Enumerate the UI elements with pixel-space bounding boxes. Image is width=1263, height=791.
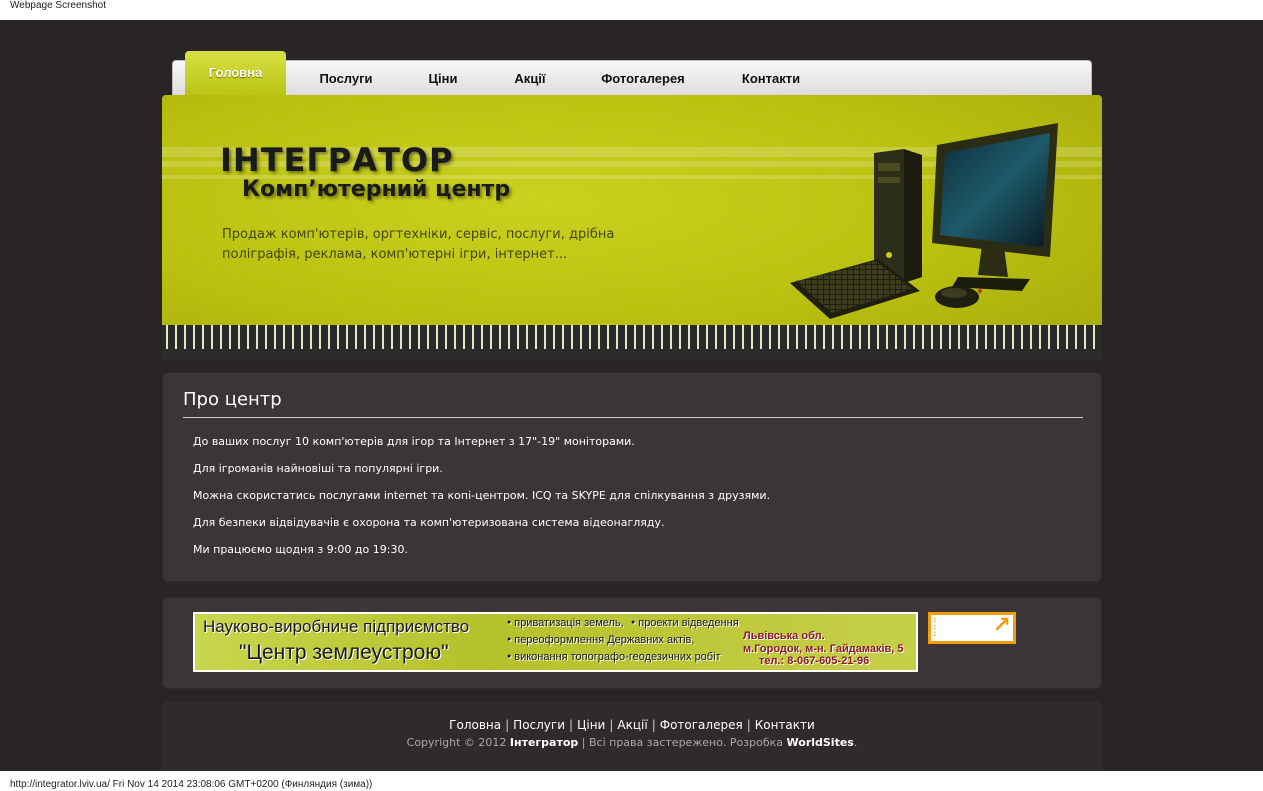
about-title: Про центр [183,389,282,410]
nav-item-prices[interactable]: Ціни [405,61,481,97]
about-paragraph: До ваших послуг 10 комп'ютерів для ігор … [193,435,635,448]
ad-address-street: м.Городок, м-н. Гайдамаків, 5 [743,643,904,655]
logo-title: ІНТЕГРАТОР [220,141,454,179]
title-divider [183,417,1083,418]
footer-link-prices[interactable]: Ціни [577,718,605,732]
about-paragraph: Ми працюємо щодня з 9:00 до 19:30. [193,543,408,556]
separator: | [569,718,574,732]
visit-counter[interactable]: 1 1 1 ↗ [928,612,1016,644]
ad-service: переоформлення Державних актів, [507,634,694,646]
about-section: Про центр До ваших послуг 10 комп'ютерів… [162,372,1102,582]
computer-icon [790,123,1058,319]
nav-item-services[interactable]: Послуги [301,61,391,97]
separator: | [746,718,751,732]
ad-company-line1: Науково-виробниче підприємство [203,617,470,636]
ad-banner-land-center[interactable]: Науково-виробниче підприємство "Центр зе… [193,612,918,672]
ad-service: проекти відведення [631,617,738,629]
nav-item-contacts[interactable]: Контакти [721,61,821,97]
screenshot-caption: Webpage Screenshot [10,0,106,11]
page-background: Головна Послуги Ціни Акції Фотогалерея К… [0,20,1263,771]
copyright: Copyright © 2012 Інтегратор | Всі права … [162,736,1102,749]
ad-address-region: Львівська обл. [743,630,825,642]
separator: | [651,718,656,732]
footer-brand[interactable]: Інтегратор [510,736,578,749]
separator: | [505,718,510,732]
about-paragraph: Для ігроманів найновіші та популярні ігр… [193,462,443,475]
copyright-rights: | Всі права застережено. Розробка [581,736,784,749]
ad-company-line2: "Центр землеустрою" [239,641,449,664]
copyright-suffix: . [853,736,858,749]
header-description: Продаж комп'ютерів, оргтехніки, сервіс, … [222,227,615,262]
nav-item-gallery[interactable]: Фотогалерея [583,61,703,97]
footer: Головна | Послуги | Ціни | Акції | Фотогалерея | К… [162,701,1102,771]
footer-link-gallery[interactable]: Фотогалерея [660,718,743,732]
nav-item-promotions[interactable]: Акції [495,61,565,97]
footer-nav: Головна | Послуги | Ціни | Акції | Фотогалерея | К… [162,718,1102,732]
ad-service: приватизація земель, [507,617,623,629]
spiral-rings [162,325,1102,349]
header-banner: ІНТЕГРАТОР Комп’ютерний центр Продаж ком… [162,95,1102,360]
about-paragraph: Можна скористатись послугами internet та… [193,489,771,502]
about-paragraph: Для безпеки відвідувачів є охорона та ко… [193,516,665,529]
arrow-up-right-icon: ↗ [992,613,1011,638]
ad-section: Науково-виробниче підприємство "Центр зе… [162,597,1102,689]
nav-item-home[interactable]: Головна [185,51,286,97]
ad-phone: тел.: 8-067-605-21-96 [759,655,870,667]
logo-subtitle: Комп’ютерний центр [242,177,511,202]
separator: | [609,718,614,732]
footer-link-contacts[interactable]: Контакти [755,718,815,732]
footer-link-promotions[interactable]: Акції [617,718,647,732]
copyright-prefix: Copyright © 2012 [406,736,507,749]
developer-link[interactable]: WorldSites [787,736,854,749]
url-timestamp-footer: http://integrator.lviv.ua/ Fri Nov 14 20… [10,779,373,790]
ad-service: виконання топографо-геодезичних робіт [507,651,720,663]
footer-link-home[interactable]: Головна [449,718,501,732]
counter-digits: 1 1 1 [933,617,937,638]
spiral-binding [162,325,1102,360]
main-navigation: Головна Послуги Ціни Акції Фотогалерея К… [172,51,1092,97]
footer-link-services[interactable]: Послуги [513,718,565,732]
